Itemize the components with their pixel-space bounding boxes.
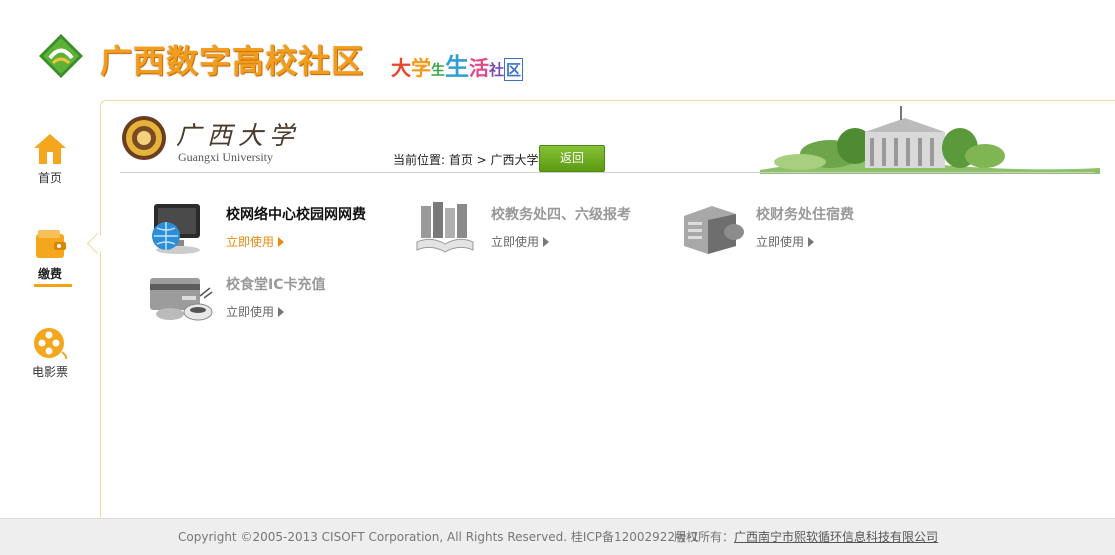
use-now-link[interactable]: 立即使用	[756, 233, 815, 250]
building-icon	[684, 206, 744, 254]
sidebar-item-label: 电影票	[31, 365, 68, 379]
slogan-logo: 大学生生活社区	[391, 53, 524, 81]
footer: Copyright ©2005-2013 CISOFT Corporation,…	[0, 518, 1115, 555]
copyright-text: Copyright ©2005-2013 CISOFT Corporation,…	[178, 530, 700, 544]
arrow-right-icon	[278, 237, 285, 247]
university-name-cn: 广西大学	[176, 121, 301, 150]
service-title: 校网络中心校园网网费	[226, 207, 366, 223]
active-indicator	[34, 284, 72, 287]
service-title: 校教务处四、六级报考	[491, 207, 631, 223]
back-button[interactable]: 返回	[539, 145, 605, 172]
sidebar-item-home[interactable]: 首页	[0, 132, 100, 202]
card-bowl-icon	[150, 278, 213, 321]
service-title: 校食堂IC卡充值	[226, 277, 326, 293]
film-reel-icon	[34, 328, 68, 360]
owner-label: 版权所有：	[674, 530, 735, 544]
service-network-fee[interactable]: 校网络中心校园网网费 立即使用	[148, 202, 398, 262]
books-icon	[416, 202, 474, 253]
sidebar-item-payment[interactable]: 缴费	[0, 228, 100, 298]
header-divider	[120, 172, 1095, 173]
service-canteen-card[interactable]: 校食堂IC卡充值 立即使用	[148, 272, 398, 332]
home-icon	[34, 134, 66, 164]
service-accommodation-fee[interactable]: 校财务处住宿费 立即使用	[678, 202, 928, 262]
use-now-link[interactable]: 立即使用	[491, 233, 550, 250]
arrow-right-icon	[808, 237, 815, 247]
university-seal-icon	[122, 116, 166, 160]
sidebar-item-label: 首页	[37, 171, 62, 185]
site-logo-icon[interactable]	[38, 33, 84, 79]
owner-company-link[interactable]: 广西南宁市熙软循环信息科技有限公司	[734, 519, 938, 555]
sidebar-nav: 首页 缴费 电影票	[0, 100, 100, 518]
computer-globe-icon	[152, 204, 200, 254]
campus-building-illustration	[760, 106, 1100, 174]
sidebar-item-movie-ticket[interactable]: 电影票	[0, 326, 100, 396]
service-cet-registration[interactable]: 校教务处四、六级报考 立即使用	[413, 202, 663, 262]
site-title: 广西数字高校社区	[100, 42, 365, 80]
use-now-link[interactable]: 立即使用	[226, 303, 285, 320]
service-title: 校财务处住宿费	[756, 207, 854, 223]
arrow-right-icon	[543, 237, 550, 247]
wallet-icon	[36, 230, 66, 258]
university-name-en: Guangxi University	[178, 150, 273, 164]
sidebar-item-label: 缴费	[37, 267, 62, 281]
breadcrumb: 当前位置: 首页 > 广西大学	[393, 153, 539, 167]
use-now-link[interactable]: 立即使用	[226, 233, 285, 250]
arrow-right-icon	[278, 307, 285, 317]
